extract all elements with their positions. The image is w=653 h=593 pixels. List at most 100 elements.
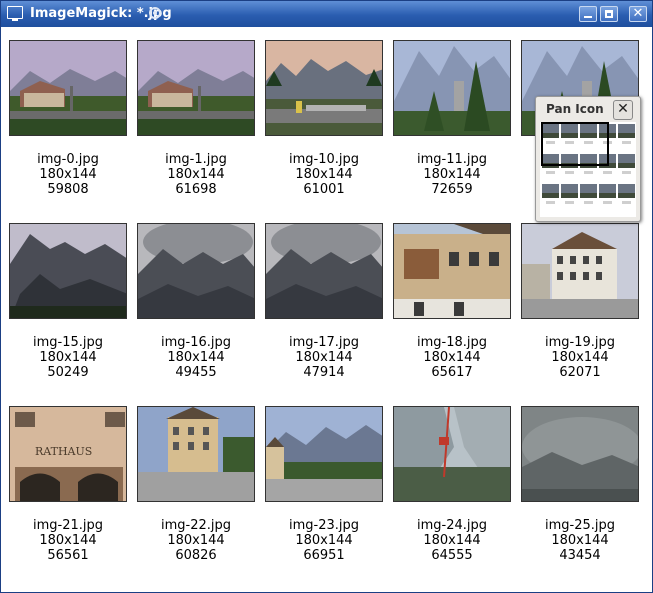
- thumbnail-filesize: 56561: [47, 548, 89, 563]
- thumbnail-image[interactable]: [393, 40, 511, 136]
- thumbnail-dimensions: 180x144: [39, 350, 97, 365]
- thumbnail-filename: img-19.jpg: [544, 335, 615, 350]
- thumbnail-cell[interactable]: img-24.jpg 180x144 64555: [391, 394, 513, 570]
- thumbnail-cell[interactable]: RATHAUS img-21.jpg 180x144 56561: [7, 394, 129, 570]
- thumbnail-filesize: 66951: [303, 548, 345, 563]
- thumbnail-caption: img-25.jpg 180x144 43454: [519, 518, 641, 563]
- thumbnail-filesize: 62071: [559, 365, 601, 380]
- thumbnail-cell[interactable]: img-22.jpg 180x144 60826: [135, 394, 257, 570]
- thumbnail-image[interactable]: [137, 406, 255, 502]
- thumbnail-filename: img-10.jpg: [288, 152, 359, 167]
- pan-icon-window[interactable]: Pan Icon ✕: [535, 96, 641, 222]
- thumbnail-dimensions: 180x144: [39, 167, 97, 182]
- thumbnail-filename: img-24.jpg: [416, 518, 487, 533]
- thumbnail-dimensions: 180x144: [295, 533, 353, 548]
- thumbnail-image[interactable]: [137, 40, 255, 136]
- thumbnail-dimensions: 180x144: [167, 350, 225, 365]
- thumbnail-caption: img-22.jpg 180x144 60826: [135, 518, 257, 563]
- maximize-button[interactable]: [600, 6, 618, 22]
- thumbnail-cell[interactable]: img-0.jpg 180x144 59808: [7, 28, 129, 204]
- pan-mini-thumb: [618, 124, 635, 144]
- thumbnail-dimensions: 180x144: [551, 350, 609, 365]
- thumbnail-image[interactable]: [521, 406, 639, 502]
- thumbnail-filename: img-17.jpg: [288, 335, 359, 350]
- pan-preview[interactable]: [540, 122, 636, 217]
- pan-viewport-rect[interactable]: [541, 122, 609, 166]
- thumbnail-filename: img-21.jpg: [32, 518, 103, 533]
- thumbnail-caption: img-16.jpg 180x144 49455: [135, 335, 257, 380]
- pan-close-button[interactable]: ✕: [613, 100, 633, 120]
- close-button[interactable]: ✕: [629, 6, 647, 22]
- thumbnail-caption: img-19.jpg 180x144 62071: [519, 335, 641, 380]
- thumbnail-filesize: 72659: [431, 182, 473, 197]
- thumbnail-image[interactable]: [265, 223, 383, 319]
- thumbnail-filesize: 50249: [47, 365, 89, 380]
- thumbnail-filesize: 47914: [303, 365, 345, 380]
- title-bar[interactable]: ImageMagick: *.jpg ✕: [1, 1, 652, 27]
- thumbnail-caption: img-17.jpg 180x144 47914: [263, 335, 385, 380]
- thumbnail-image[interactable]: [265, 40, 383, 136]
- thumbnail-caption: img-11.jpg 180x144 72659: [391, 152, 513, 197]
- swirl-icon: [149, 7, 161, 19]
- thumbnail-filename: img-18.jpg: [416, 335, 487, 350]
- thumbnail-image[interactable]: [9, 40, 127, 136]
- pan-mini-thumb: [542, 184, 559, 204]
- svg-text:RATHAUS: RATHAUS: [35, 445, 92, 458]
- thumbnail-filesize: 43454: [559, 548, 601, 563]
- thumbnail-filesize: 49455: [175, 365, 217, 380]
- thumbnail-filesize: 60826: [175, 548, 217, 563]
- thumbnail-caption: img-0.jpg 180x144 59808: [7, 152, 129, 197]
- thumbnail-cell[interactable]: img-19.jpg 180x144 62071: [519, 211, 641, 387]
- thumbnail-image[interactable]: RATHAUS: [9, 406, 127, 502]
- thumbnail-image[interactable]: [393, 406, 511, 502]
- thumbnail-dimensions: 180x144: [167, 167, 225, 182]
- thumbnail-cell[interactable]: img-16.jpg 180x144 49455: [135, 211, 257, 387]
- pan-mini-thumb: [561, 184, 578, 204]
- thumbnail-caption: img-21.jpg 180x144 56561: [7, 518, 129, 563]
- thumbnail-cell[interactable]: img-25.jpg 180x144 43454: [519, 394, 641, 570]
- thumbnail-filesize: 65617: [431, 365, 473, 380]
- montage-canvas[interactable]: img-0.jpg 180x144 59808 img-1.jpg 180x144 61…: [4, 28, 649, 589]
- thumbnail-image[interactable]: [521, 223, 639, 319]
- thumbnail-image[interactable]: [265, 406, 383, 502]
- close-icon: ✕: [632, 6, 644, 21]
- thumbnail-image[interactable]: [9, 223, 127, 319]
- thumbnail-dimensions: 180x144: [423, 167, 481, 182]
- thumbnail-dimensions: 180x144: [295, 350, 353, 365]
- thumbnail-filesize: 61698: [175, 182, 217, 197]
- thumbnail-caption: img-10.jpg 180x144 61001: [263, 152, 385, 197]
- thumbnail-dimensions: 180x144: [295, 167, 353, 182]
- thumbnail-filesize: 61001: [303, 182, 345, 197]
- thumbnail-cell[interactable]: img-17.jpg 180x144 47914: [263, 211, 385, 387]
- thumbnail-caption: img-1.jpg 180x144 61698: [135, 152, 257, 197]
- thumbnail-filename: img-16.jpg: [160, 335, 231, 350]
- thumbnail-caption: img-18.jpg 180x144 65617: [391, 335, 513, 380]
- thumbnail-dimensions: 180x144: [167, 533, 225, 548]
- thumbnail-dimensions: 180x144: [551, 533, 609, 548]
- pan-mini-thumb: [599, 184, 616, 204]
- thumbnail-image[interactable]: [137, 223, 255, 319]
- thumbnail-filesize: 64555: [431, 548, 473, 563]
- close-icon: ✕: [617, 101, 629, 117]
- thumbnail-caption: img-23.jpg 180x144 66951: [263, 518, 385, 563]
- monitor-icon[interactable]: [7, 6, 23, 21]
- thumbnail-filename: img-1.jpg: [165, 152, 227, 167]
- minimize-button[interactable]: [579, 6, 597, 22]
- thumbnail-cell[interactable]: img-18.jpg 180x144 65617: [391, 211, 513, 387]
- thumbnail-cell[interactable]: img-10.jpg 180x144 61001: [263, 28, 385, 204]
- thumbnail-filename: img-15.jpg: [32, 335, 103, 350]
- thumbnail-filename: img-0.jpg: [37, 152, 99, 167]
- thumbnail-cell[interactable]: img-23.jpg 180x144 66951: [263, 394, 385, 570]
- thumbnail-filename: img-11.jpg: [416, 152, 487, 167]
- thumbnail-caption: img-15.jpg 180x144 50249: [7, 335, 129, 380]
- thumbnail-cell[interactable]: img-1.jpg 180x144 61698: [135, 28, 257, 204]
- thumbnail-cell[interactable]: img-11.jpg 180x144 72659: [391, 28, 513, 204]
- thumbnail-cell[interactable]: img-15.jpg 180x144 50249: [7, 211, 129, 387]
- thumbnail-dimensions: 180x144: [423, 350, 481, 365]
- pan-icon-title: Pan Icon: [546, 102, 604, 116]
- imagemagick-window: ImageMagick: *.jpg ✕ img-0.jpg 180x144 598…: [0, 0, 653, 593]
- thumbnail-image[interactable]: [393, 223, 511, 319]
- thumbnail-dimensions: 180x144: [423, 533, 481, 548]
- maximize-icon: [605, 10, 613, 18]
- thumbnail-caption: img-24.jpg 180x144 64555: [391, 518, 513, 563]
